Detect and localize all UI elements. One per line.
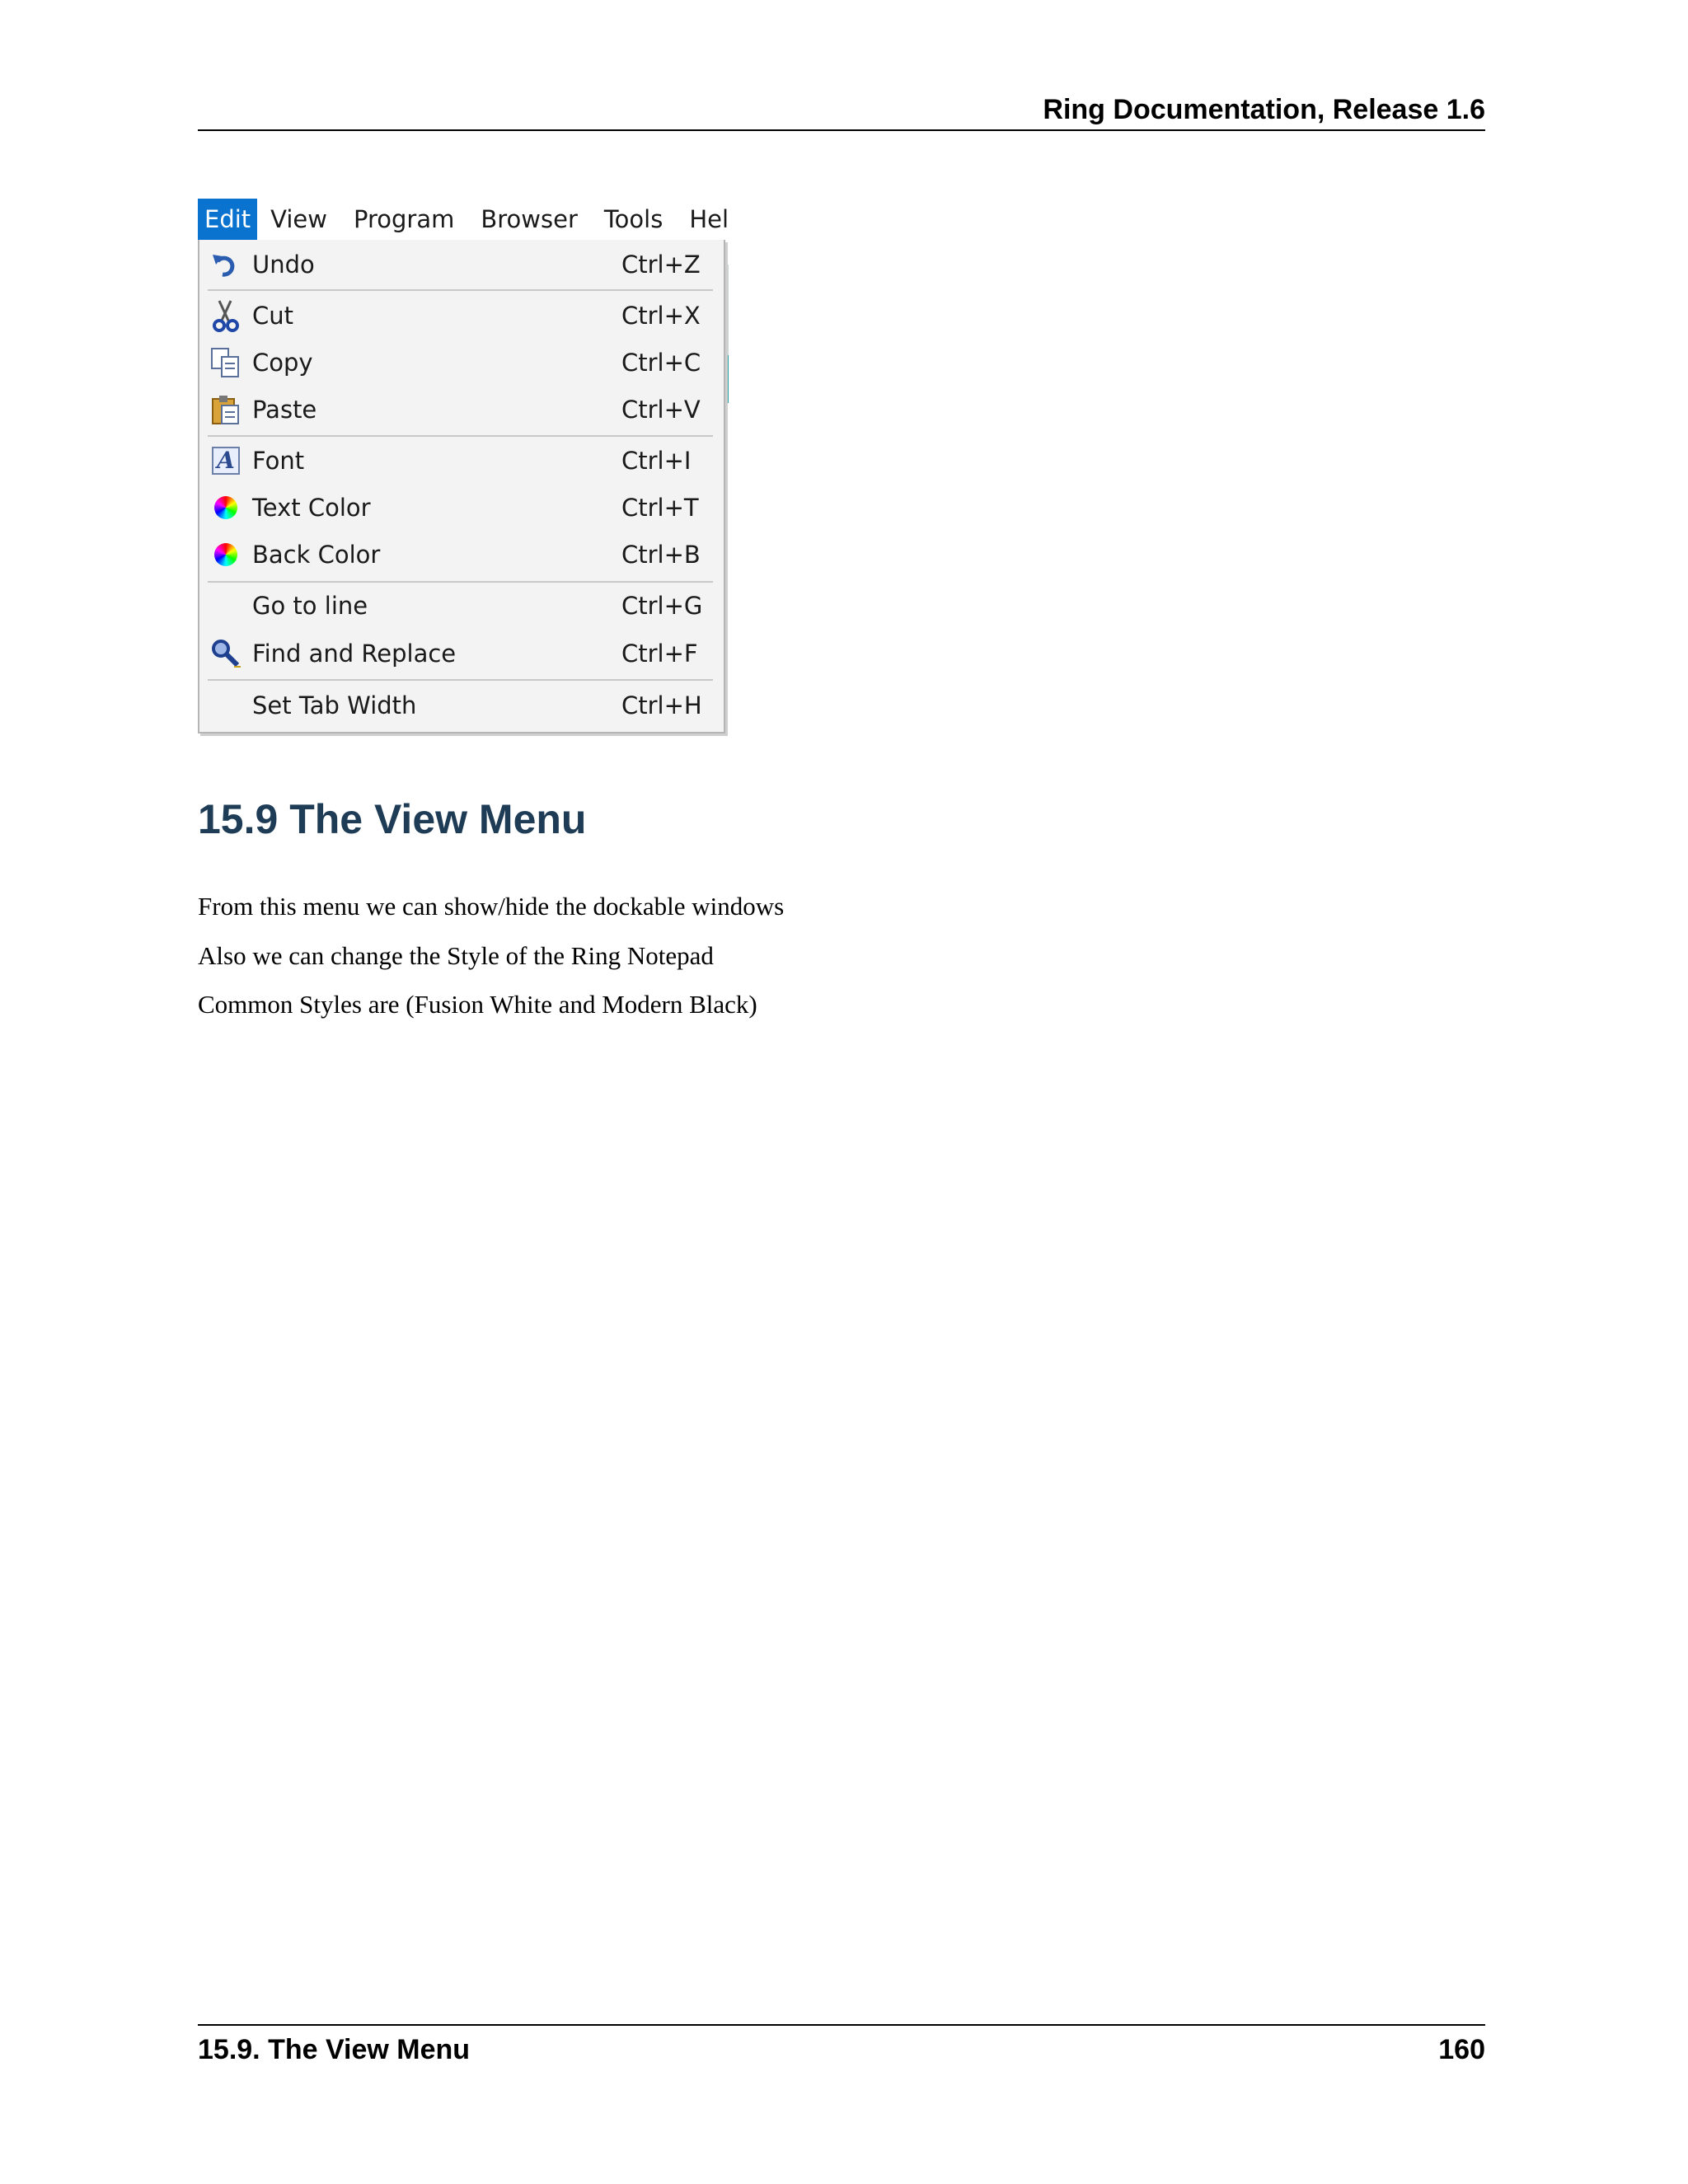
menu-item-go-to-line[interactable]: Go to line Ctrl+G — [199, 583, 722, 629]
copy-icon — [209, 346, 242, 379]
menu-edit[interactable]: Edit — [198, 199, 258, 240]
font-icon: A — [209, 444, 242, 477]
scissors-icon — [209, 299, 242, 332]
menubar: Edit View Program Browser Tools Help — [198, 199, 728, 240]
page-footer: 15.9. The View Menu 160 — [198, 2024, 1485, 2065]
paragraph: Also we can change the Style of the Ring… — [198, 941, 714, 970]
menu-item-text-color[interactable]: Text Color Ctrl+T — [199, 485, 722, 531]
menu-item-find-replace[interactable]: Find and Replace Ctrl+F — [199, 630, 722, 677]
menu-separator — [208, 289, 713, 291]
menu-help[interactable]: Help — [676, 199, 728, 240]
undo-icon — [209, 248, 242, 281]
find-icon — [209, 637, 242, 670]
menu-item-undo[interactable]: Undo Ctrl+Z — [199, 241, 722, 288]
footer-section: 15.9. The View Menu — [198, 2034, 471, 2065]
menu-browser[interactable]: Browser — [467, 199, 591, 240]
color-wheel-icon — [209, 538, 242, 571]
menu-item-cut[interactable]: Cut Ctrl+X — [199, 293, 722, 339]
menu-program[interactable]: Program — [340, 199, 467, 240]
menu-separator — [208, 679, 713, 681]
menu-item-paste[interactable]: Paste Ctrl+V — [199, 387, 722, 433]
menu-separator — [208, 435, 713, 437]
paragraph: Common Styles are (Fusion White and Mode… — [198, 990, 757, 1019]
clipboard-icon — [209, 393, 242, 426]
color-wheel-icon — [209, 491, 242, 524]
page-header: Ring Documentation, Release 1.6 — [198, 93, 1485, 131]
section-heading: 15.9 The View Menu — [198, 796, 587, 842]
paragraph: From this menu we can show/hide the dock… — [198, 892, 785, 921]
menu-tools[interactable]: Tools — [591, 199, 676, 240]
menu-screenshot: Edit View Program Browser Tools Help Und… — [198, 199, 729, 734]
menu-item-back-color[interactable]: Back Color Ctrl+B — [199, 532, 722, 578]
edit-dropdown: Undo Ctrl+Z Cut Ctrl+X Copy Ctrl+C Paste — [198, 240, 725, 733]
background-strip-teal — [725, 355, 729, 403]
document-title: Ring Documentation, Release 1.6 — [1043, 94, 1485, 125]
menu-view[interactable]: View — [257, 199, 340, 240]
page-number: 160 — [1438, 2034, 1485, 2065]
menu-item-font[interactable]: A Font Ctrl+I — [199, 438, 722, 484]
menu-item-set-tab-width[interactable]: Set Tab Width Ctrl+H — [199, 682, 722, 729]
menu-item-copy[interactable]: Copy Ctrl+C — [199, 340, 722, 386]
